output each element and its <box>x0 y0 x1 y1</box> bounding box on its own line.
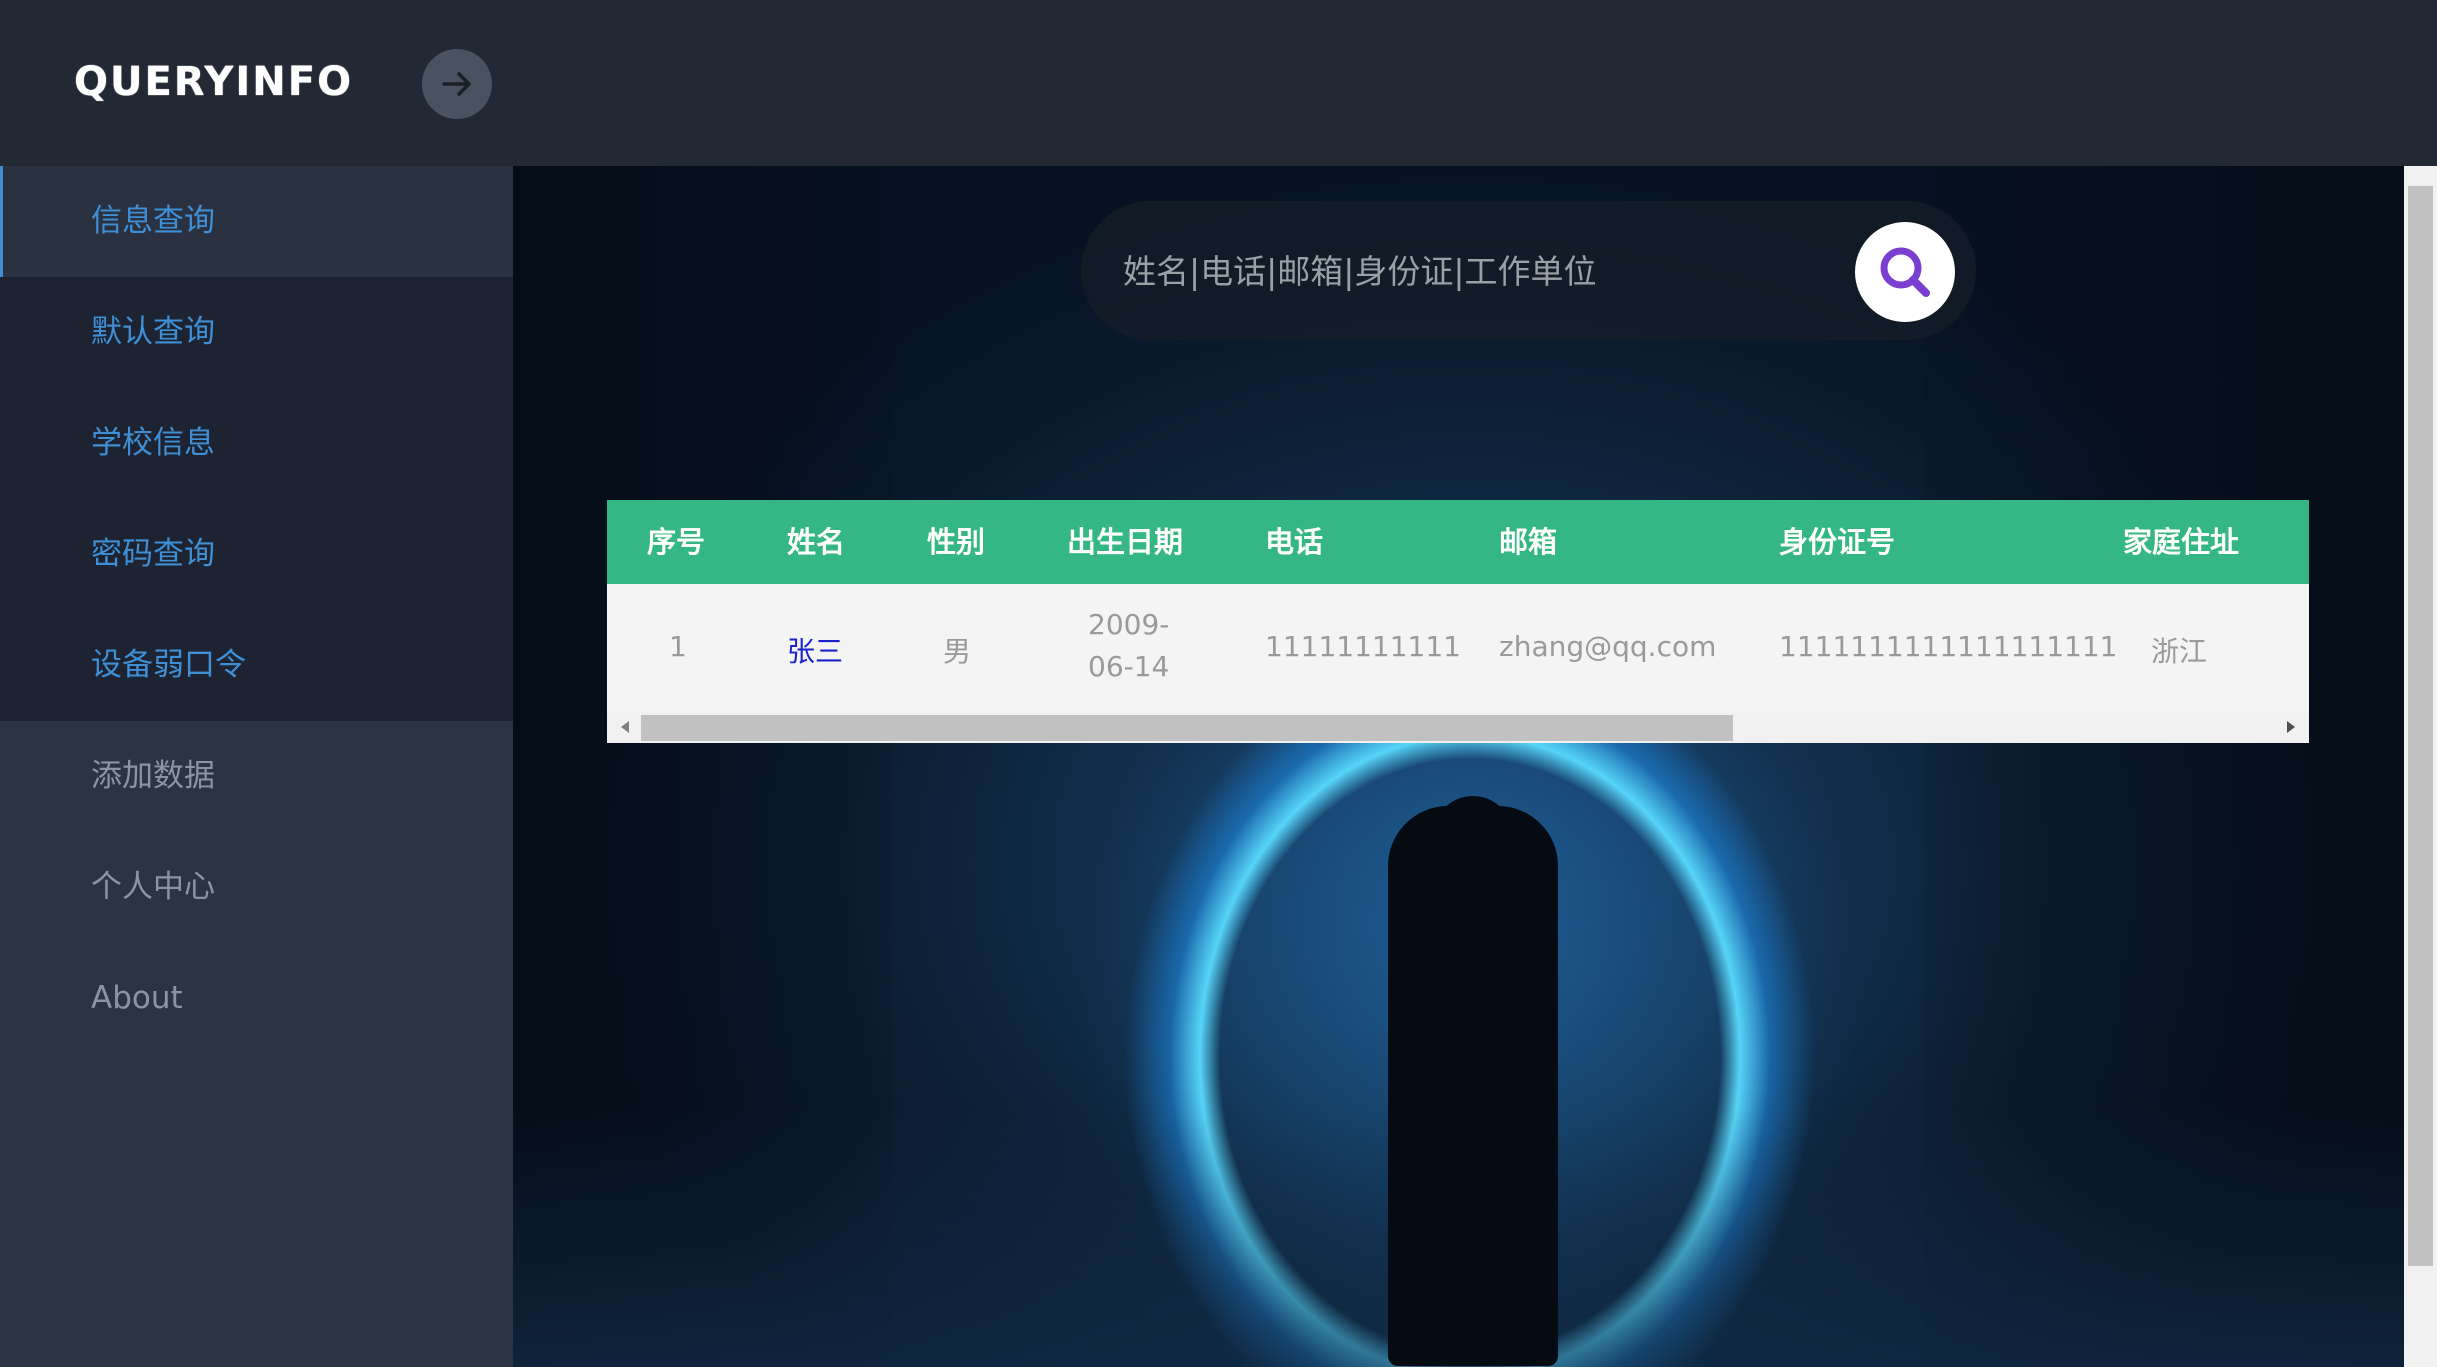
sidebar-item-label: 设备弱口令 <box>91 647 246 683</box>
sidebar-item-label: 默认查询 <box>91 314 215 350</box>
sidebar-item-label: 信息查询 <box>91 203 215 239</box>
horizontal-scroll-thumb[interactable] <box>641 715 1733 741</box>
cell-id-number: 1111111111111111111 <box>1779 630 2118 663</box>
column-header-email[interactable]: 邮箱 <box>1499 500 1557 584</box>
sidebar-item-label: 学校信息 <box>91 425 215 461</box>
table-row: 1 张三 男 2009- 06-14 11111111111 zhang@qq.… <box>607 584 2309 711</box>
caret-left-icon <box>621 721 629 733</box>
column-header-birthdate[interactable]: 出生日期 <box>1067 500 1183 584</box>
collapse-sidebar-button[interactable] <box>422 49 492 119</box>
scroll-right-arrow[interactable] <box>2281 717 2301 737</box>
sidebar-item-personal-center[interactable]: 个人中心 <box>0 832 513 943</box>
cell-birthdate-line2: 06-14 <box>1088 650 1170 683</box>
caret-right-icon <box>2287 721 2295 733</box>
search-button[interactable] <box>1855 222 1955 322</box>
arrow-right-icon <box>442 72 471 96</box>
scroll-left-arrow[interactable] <box>615 717 635 737</box>
table-horizontal-scrollbar[interactable] <box>607 711 2309 743</box>
sidebar-item-label: 添加数据 <box>91 758 215 794</box>
sidebar-item-default-query[interactable]: 默认查询 <box>0 277 513 388</box>
top-bar: QUERYINFO <box>0 0 2437 166</box>
sidebar-item-weak-password[interactable]: 设备弱口令 <box>0 610 513 721</box>
cell-birthdate-line1: 2009- <box>1088 608 1170 641</box>
sidebar-item-label: About <box>91 980 183 1016</box>
sidebar-item-add-data[interactable]: 添加数据 <box>0 721 513 832</box>
column-header-address[interactable]: 家庭住址 <box>2123 500 2239 584</box>
column-header-name[interactable]: 姓名 <box>787 500 845 584</box>
cell-email: zhang@qq.com <box>1499 630 1717 663</box>
app-logo[interactable]: QUERYINFO <box>74 54 353 110</box>
sidebar-item-label: 密码查询 <box>91 536 215 572</box>
background-figure <box>1388 806 1558 1366</box>
results-table: 序号 姓名 性别 出生日期 电话 邮箱 身份证号 家庭住址 1 张三 男 200… <box>607 500 2309 743</box>
column-header-gender[interactable]: 性别 <box>927 500 985 584</box>
sidebar: 信息查询 默认查询 学校信息 密码查询 设备弱口令 添加数据 个人中心 Abou… <box>0 166 513 1367</box>
sidebar-item-info-query[interactable]: 信息查询 <box>0 166 513 277</box>
column-header-phone[interactable]: 电话 <box>1265 500 1323 584</box>
cell-address: 浙江 <box>2151 635 2208 668</box>
vertical-scroll-thumb[interactable] <box>2408 186 2433 1266</box>
query-menu-group: 信息查询 默认查询 学校信息 密码查询 设备弱口令 <box>0 166 513 721</box>
main-content: 序号 姓名 性别 出生日期 电话 邮箱 身份证号 家庭住址 1 张三 男 200… <box>513 166 2404 1367</box>
column-header-id-number[interactable]: 身份证号 <box>1779 500 1895 584</box>
search-bar <box>1081 201 1976 342</box>
sidebar-item-password-query[interactable]: 密码查询 <box>0 499 513 610</box>
sidebar-item-about[interactable]: About <box>0 943 513 1054</box>
sidebar-item-label: 个人中心 <box>91 869 215 905</box>
search-input[interactable] <box>1121 201 1825 342</box>
cell-gender: 男 <box>943 635 972 668</box>
page-vertical-scrollbar[interactable] <box>2404 166 2437 1367</box>
column-header-index[interactable]: 序号 <box>647 500 705 584</box>
cell-phone: 11111111111 <box>1265 630 1461 663</box>
cell-name-link[interactable]: 张三 <box>787 630 843 670</box>
sidebar-item-school-info[interactable]: 学校信息 <box>0 388 513 499</box>
search-icon <box>1880 247 1930 297</box>
table-header: 序号 姓名 性别 出生日期 电话 邮箱 身份证号 家庭住址 <box>607 500 2309 584</box>
cell-index: 1 <box>669 630 687 663</box>
